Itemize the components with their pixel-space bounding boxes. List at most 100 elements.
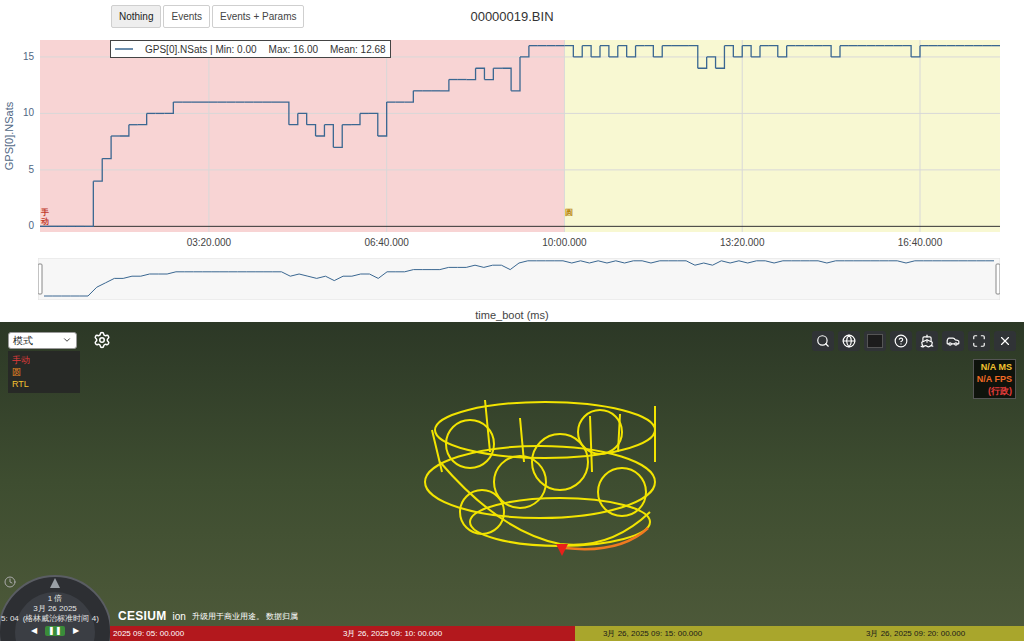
ship-icon	[920, 334, 934, 348]
series-step	[867, 45, 876, 46]
series-step	[511, 57, 520, 91]
playback-button[interactable]: ◀	[29, 626, 39, 636]
x-tick-label: 16:40.000	[898, 237, 943, 248]
series-step	[280, 102, 289, 125]
navigator-handle[interactable]	[996, 264, 1000, 294]
series-step	[476, 68, 485, 79]
series-step	[378, 102, 387, 136]
performance-display: N/A MSN/A FPS(行政)	[973, 359, 1016, 399]
series-step	[93, 159, 102, 182]
timeline[interactable]: 2025 09: 05: 00.0003月 26, 2025 09: 10: 0…	[110, 626, 1024, 641]
series-step	[662, 45, 671, 46]
range-navigator[interactable]	[38, 258, 1000, 300]
series-step	[342, 124, 351, 125]
series-step	[191, 101, 200, 102]
performance-text: N/A MS	[981, 361, 1012, 373]
close-icon	[998, 334, 1012, 348]
cesium-logo[interactable]: CESIUM	[118, 610, 166, 622]
mode-legend-item: 圆	[12, 366, 76, 378]
timeline-label: 3月 26, 2025 09: 20: 00.000	[866, 629, 1024, 639]
map-view[interactable]: 模式手动圆RTLN/A MSN/A FPS(行政)1 倍3月 26 20255:…	[0, 322, 1024, 641]
gear-icon[interactable]	[93, 331, 111, 349]
mode-legend-item: RTL	[12, 378, 76, 390]
series-step	[973, 45, 982, 46]
clock-time: 5: 04	[1, 614, 19, 624]
series-step	[893, 45, 902, 46]
series-step	[431, 90, 440, 91]
series-step	[671, 45, 680, 46]
chart-plot: 05101503:20.00006:40.00010:00.00013:20.0…	[0, 33, 1024, 253]
series-step	[840, 45, 849, 46]
performance-text: N/A FPS	[977, 373, 1012, 385]
grid-line	[920, 40, 921, 232]
series-step	[129, 124, 138, 125]
series-step	[938, 45, 947, 46]
series-step	[467, 68, 476, 79]
series-step	[271, 101, 280, 102]
map-toolbar	[812, 331, 1016, 351]
series-step	[982, 45, 991, 46]
mode-legend-item: 手动	[12, 354, 76, 366]
toolbar-button[interactable]: Events + Params	[212, 5, 304, 28]
series-step	[538, 45, 547, 46]
series-step	[742, 46, 751, 57]
mode-region	[564, 40, 1000, 232]
credits-text[interactable]: 升级用于商业用途。 数据归属	[192, 612, 298, 622]
series-step	[182, 101, 191, 102]
series-step	[289, 113, 298, 124]
toolbar-button[interactable]: Events	[163, 5, 210, 28]
playback-button[interactable]: ❚❚	[45, 626, 65, 636]
map-tool-button[interactable]	[812, 331, 834, 351]
series-step	[707, 57, 716, 68]
series-step	[947, 45, 956, 46]
log-viewer: NothingEventsEvents + Params 00000019.BIN…	[0, 0, 1024, 641]
clock-date: 3月 26 2025	[33, 604, 77, 614]
series-step	[360, 113, 369, 114]
map-tool-button[interactable]	[994, 331, 1016, 351]
toolbar-button[interactable]: Nothing	[111, 5, 161, 28]
series-step	[351, 113, 360, 124]
cesium-logo-suffix: ion	[172, 611, 185, 622]
series-step	[716, 46, 725, 69]
imagery-icon	[867, 334, 883, 348]
series-step	[964, 45, 973, 46]
map-tool-button[interactable]	[838, 331, 860, 351]
series-step	[316, 125, 325, 136]
series-step	[991, 45, 1000, 46]
map-tool-button[interactable]	[890, 331, 912, 351]
flight-path	[0, 322, 1024, 641]
series-step	[751, 46, 760, 57]
mode-legend: 手动圆RTL	[8, 351, 80, 393]
series-step	[609, 46, 618, 57]
series-step	[449, 79, 458, 80]
playback-controls: ◀ ❚❚ ▶	[29, 626, 81, 636]
map-tool-button[interactable]	[864, 331, 886, 351]
series-step	[502, 68, 511, 91]
mode-select[interactable]: 模式	[8, 332, 77, 349]
series-step	[333, 125, 342, 148]
series-step	[831, 46, 840, 57]
series-step	[404, 91, 413, 102]
file-title: 00000019.BIN	[341, 7, 682, 27]
map-tool-button[interactable]	[942, 331, 964, 351]
series-step	[911, 46, 920, 57]
x-tick-label: 06:40.000	[364, 237, 409, 248]
series-step	[520, 46, 529, 57]
series-step	[324, 125, 333, 148]
map-tool-button[interactable]	[916, 331, 938, 351]
grid-line	[40, 169, 1000, 170]
chart: 05101503:20.00006:40.00010:00.00013:20.0…	[0, 33, 1024, 253]
grid-line	[40, 113, 1000, 114]
timeline-label: 3月 26, 2025 09: 15: 00.000	[603, 629, 866, 639]
navigator-handle[interactable]	[38, 264, 42, 294]
series-step	[76, 226, 85, 227]
legend-line-icon	[115, 47, 133, 51]
series-step	[413, 90, 422, 91]
chart-toolbar: NothingEventsEvents + Params 00000019.BIN	[0, 0, 1024, 33]
series-step	[120, 125, 129, 136]
series-step	[618, 46, 627, 57]
series-step	[84, 181, 93, 226]
map-tool-button[interactable]	[968, 331, 990, 351]
playback-button[interactable]: ▶	[71, 626, 81, 636]
help-icon	[894, 334, 908, 348]
